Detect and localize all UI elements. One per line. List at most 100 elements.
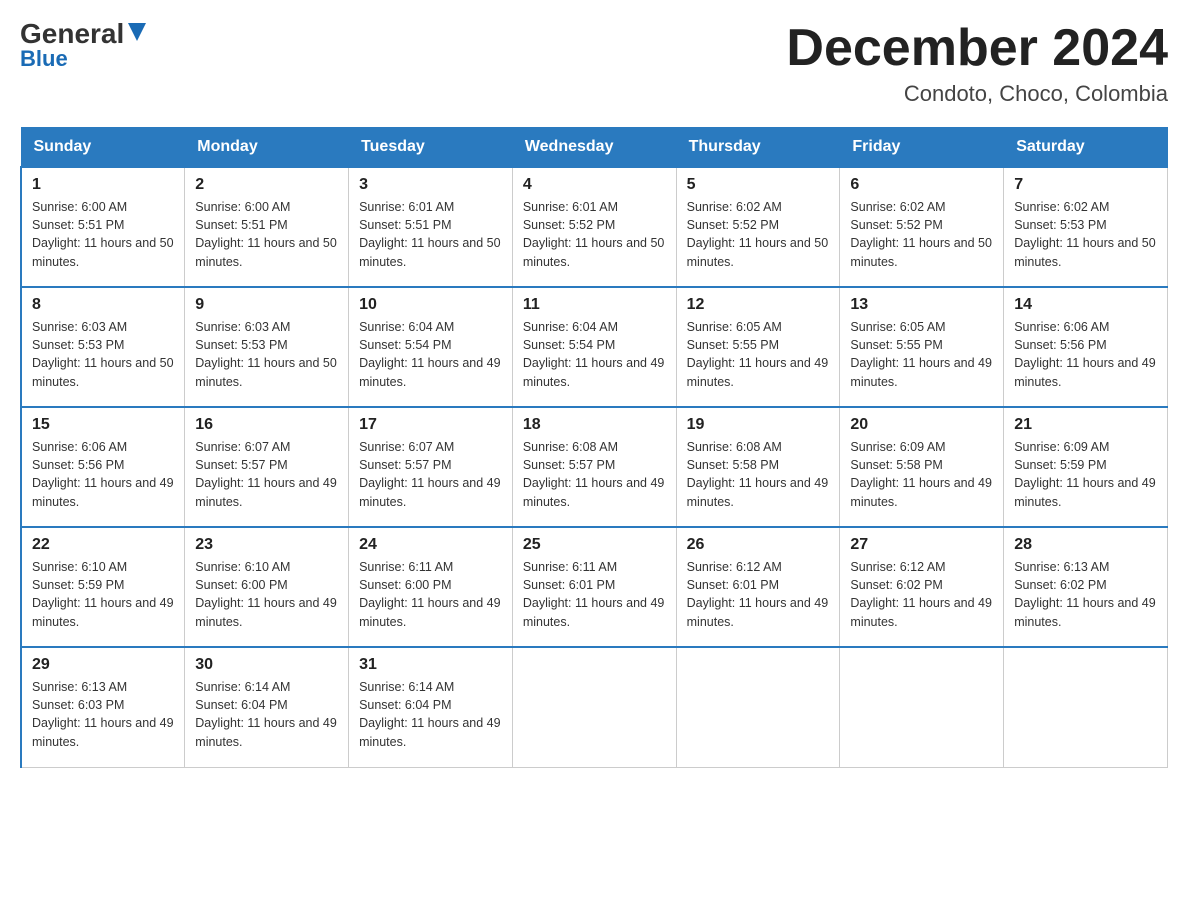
header-day-thursday: Thursday xyxy=(676,128,840,168)
day-info: Sunrise: 6:02 AM Sunset: 5:52 PM Dayligh… xyxy=(687,198,830,271)
calendar-cell: 3 Sunrise: 6:01 AM Sunset: 5:51 PM Dayli… xyxy=(349,167,513,287)
title-section: December 2024 Condoto, Choco, Colombia xyxy=(786,20,1168,107)
day-info: Sunrise: 6:06 AM Sunset: 5:56 PM Dayligh… xyxy=(1014,318,1157,391)
day-info: Sunrise: 6:05 AM Sunset: 5:55 PM Dayligh… xyxy=(850,318,993,391)
calendar-cell: 2 Sunrise: 6:00 AM Sunset: 5:51 PM Dayli… xyxy=(185,167,349,287)
day-info: Sunrise: 6:07 AM Sunset: 5:57 PM Dayligh… xyxy=(359,438,502,511)
day-number: 24 xyxy=(359,536,502,554)
calendar-cell: 10 Sunrise: 6:04 AM Sunset: 5:54 PM Dayl… xyxy=(349,287,513,407)
logo-general: General xyxy=(20,20,124,48)
day-number: 18 xyxy=(523,416,666,434)
calendar-cell: 27 Sunrise: 6:12 AM Sunset: 6:02 PM Dayl… xyxy=(840,527,1004,647)
calendar-cell: 11 Sunrise: 6:04 AM Sunset: 5:54 PM Dayl… xyxy=(512,287,676,407)
day-number: 22 xyxy=(32,536,174,554)
day-number: 7 xyxy=(1014,176,1157,194)
header: General Blue December 2024 Condoto, Choc… xyxy=(20,20,1168,107)
calendar-cell: 24 Sunrise: 6:11 AM Sunset: 6:00 PM Dayl… xyxy=(349,527,513,647)
day-number: 13 xyxy=(850,296,993,314)
header-day-friday: Friday xyxy=(840,128,1004,168)
day-number: 23 xyxy=(195,536,338,554)
day-number: 17 xyxy=(359,416,502,434)
day-number: 21 xyxy=(1014,416,1157,434)
calendar-cell: 26 Sunrise: 6:12 AM Sunset: 6:01 PM Dayl… xyxy=(676,527,840,647)
day-info: Sunrise: 6:01 AM Sunset: 5:51 PM Dayligh… xyxy=(359,198,502,271)
day-number: 19 xyxy=(687,416,830,434)
day-info: Sunrise: 6:11 AM Sunset: 6:00 PM Dayligh… xyxy=(359,558,502,631)
calendar-cell: 22 Sunrise: 6:10 AM Sunset: 5:59 PM Dayl… xyxy=(21,527,185,647)
day-number: 26 xyxy=(687,536,830,554)
calendar-cell: 20 Sunrise: 6:09 AM Sunset: 5:58 PM Dayl… xyxy=(840,407,1004,527)
day-info: Sunrise: 6:14 AM Sunset: 6:04 PM Dayligh… xyxy=(359,678,502,751)
day-number: 2 xyxy=(195,176,338,194)
day-number: 4 xyxy=(523,176,666,194)
header-day-wednesday: Wednesday xyxy=(512,128,676,168)
calendar-cell: 12 Sunrise: 6:05 AM Sunset: 5:55 PM Dayl… xyxy=(676,287,840,407)
day-number: 15 xyxy=(32,416,174,434)
day-info: Sunrise: 6:09 AM Sunset: 5:58 PM Dayligh… xyxy=(850,438,993,511)
location-title: Condoto, Choco, Colombia xyxy=(786,81,1168,107)
calendar-cell xyxy=(512,647,676,767)
day-info: Sunrise: 6:12 AM Sunset: 6:01 PM Dayligh… xyxy=(687,558,830,631)
calendar-cell: 1 Sunrise: 6:00 AM Sunset: 5:51 PM Dayli… xyxy=(21,167,185,287)
calendar-cell: 17 Sunrise: 6:07 AM Sunset: 5:57 PM Dayl… xyxy=(349,407,513,527)
day-info: Sunrise: 6:00 AM Sunset: 5:51 PM Dayligh… xyxy=(32,198,174,271)
calendar-table: SundayMondayTuesdayWednesdayThursdayFrid… xyxy=(20,127,1168,768)
day-info: Sunrise: 6:02 AM Sunset: 5:52 PM Dayligh… xyxy=(850,198,993,271)
day-info: Sunrise: 6:02 AM Sunset: 5:53 PM Dayligh… xyxy=(1014,198,1157,271)
day-info: Sunrise: 6:03 AM Sunset: 5:53 PM Dayligh… xyxy=(195,318,338,391)
day-info: Sunrise: 6:08 AM Sunset: 5:58 PM Dayligh… xyxy=(687,438,830,511)
day-number: 16 xyxy=(195,416,338,434)
day-number: 6 xyxy=(850,176,993,194)
day-info: Sunrise: 6:04 AM Sunset: 5:54 PM Dayligh… xyxy=(359,318,502,391)
calendar-cell: 6 Sunrise: 6:02 AM Sunset: 5:52 PM Dayli… xyxy=(840,167,1004,287)
day-info: Sunrise: 6:10 AM Sunset: 5:59 PM Dayligh… xyxy=(32,558,174,631)
day-info: Sunrise: 6:07 AM Sunset: 5:57 PM Dayligh… xyxy=(195,438,338,511)
day-info: Sunrise: 6:14 AM Sunset: 6:04 PM Dayligh… xyxy=(195,678,338,751)
header-day-sunday: Sunday xyxy=(21,128,185,168)
calendar-cell: 18 Sunrise: 6:08 AM Sunset: 5:57 PM Dayl… xyxy=(512,407,676,527)
day-number: 12 xyxy=(687,296,830,314)
day-info: Sunrise: 6:12 AM Sunset: 6:02 PM Dayligh… xyxy=(850,558,993,631)
day-number: 3 xyxy=(359,176,502,194)
day-info: Sunrise: 6:01 AM Sunset: 5:52 PM Dayligh… xyxy=(523,198,666,271)
day-info: Sunrise: 6:13 AM Sunset: 6:02 PM Dayligh… xyxy=(1014,558,1157,631)
week-row-4: 22 Sunrise: 6:10 AM Sunset: 5:59 PM Dayl… xyxy=(21,527,1168,647)
day-number: 1 xyxy=(32,176,174,194)
calendar-cell: 23 Sunrise: 6:10 AM Sunset: 6:00 PM Dayl… xyxy=(185,527,349,647)
calendar-cell xyxy=(676,647,840,767)
logo-blue: Blue xyxy=(20,46,68,72)
calendar-cell: 7 Sunrise: 6:02 AM Sunset: 5:53 PM Dayli… xyxy=(1004,167,1168,287)
header-day-saturday: Saturday xyxy=(1004,128,1168,168)
calendar-cell: 15 Sunrise: 6:06 AM Sunset: 5:56 PM Dayl… xyxy=(21,407,185,527)
day-number: 29 xyxy=(32,656,174,674)
week-row-2: 8 Sunrise: 6:03 AM Sunset: 5:53 PM Dayli… xyxy=(21,287,1168,407)
calendar-cell: 28 Sunrise: 6:13 AM Sunset: 6:02 PM Dayl… xyxy=(1004,527,1168,647)
day-info: Sunrise: 6:05 AM Sunset: 5:55 PM Dayligh… xyxy=(687,318,830,391)
day-number: 5 xyxy=(687,176,830,194)
day-info: Sunrise: 6:06 AM Sunset: 5:56 PM Dayligh… xyxy=(32,438,174,511)
calendar-cell xyxy=(840,647,1004,767)
day-number: 8 xyxy=(32,296,174,314)
logo-triangle-icon xyxy=(126,21,148,43)
day-number: 31 xyxy=(359,656,502,674)
calendar-cell xyxy=(1004,647,1168,767)
calendar-cell: 9 Sunrise: 6:03 AM Sunset: 5:53 PM Dayli… xyxy=(185,287,349,407)
day-number: 27 xyxy=(850,536,993,554)
week-row-3: 15 Sunrise: 6:06 AM Sunset: 5:56 PM Dayl… xyxy=(21,407,1168,527)
header-day-monday: Monday xyxy=(185,128,349,168)
week-row-5: 29 Sunrise: 6:13 AM Sunset: 6:03 PM Dayl… xyxy=(21,647,1168,767)
header-row: SundayMondayTuesdayWednesdayThursdayFrid… xyxy=(21,128,1168,168)
day-info: Sunrise: 6:04 AM Sunset: 5:54 PM Dayligh… xyxy=(523,318,666,391)
logo: General Blue xyxy=(20,20,148,72)
day-info: Sunrise: 6:10 AM Sunset: 6:00 PM Dayligh… xyxy=(195,558,338,631)
day-number: 11 xyxy=(523,296,666,314)
header-day-tuesday: Tuesday xyxy=(349,128,513,168)
calendar-cell: 4 Sunrise: 6:01 AM Sunset: 5:52 PM Dayli… xyxy=(512,167,676,287)
day-info: Sunrise: 6:13 AM Sunset: 6:03 PM Dayligh… xyxy=(32,678,174,751)
calendar-cell: 5 Sunrise: 6:02 AM Sunset: 5:52 PM Dayli… xyxy=(676,167,840,287)
calendar-cell: 31 Sunrise: 6:14 AM Sunset: 6:04 PM Dayl… xyxy=(349,647,513,767)
day-number: 28 xyxy=(1014,536,1157,554)
calendar-cell: 19 Sunrise: 6:08 AM Sunset: 5:58 PM Dayl… xyxy=(676,407,840,527)
day-number: 25 xyxy=(523,536,666,554)
day-info: Sunrise: 6:00 AM Sunset: 5:51 PM Dayligh… xyxy=(195,198,338,271)
